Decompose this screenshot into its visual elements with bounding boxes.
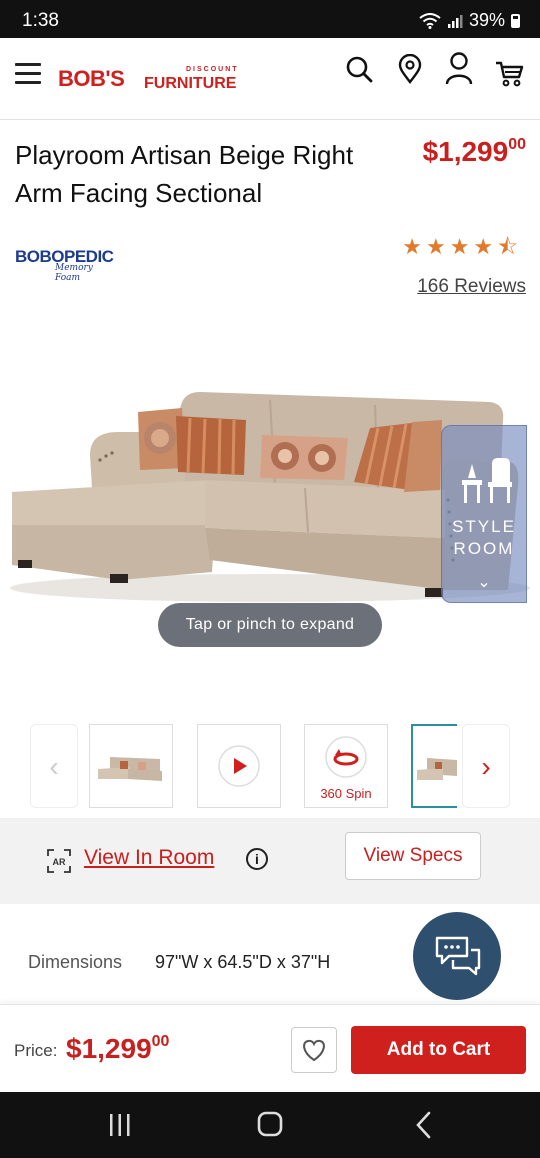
- memory-foam-text: Memory Foam: [55, 263, 93, 283]
- sofa-thumbnail-image: [417, 758, 457, 780]
- view-in-room-band: AR View In Room i View Specs: [0, 818, 540, 904]
- wishlist-button[interactable]: [291, 1027, 337, 1073]
- star-icon: ★: [473, 234, 498, 259]
- signal-icon: [447, 14, 463, 28]
- menu-icon[interactable]: [15, 63, 41, 85]
- thumbnail-sofa-alt[interactable]: [411, 724, 457, 808]
- price-cents: 00: [508, 136, 526, 153]
- thumbnail-360-spin[interactable]: 360 Spin: [304, 724, 388, 808]
- cart-icon[interactable]: [494, 58, 524, 88]
- half-star-icon: ⯪: [497, 234, 522, 259]
- status-bar: 1:38 39%: [0, 0, 540, 38]
- account-icon[interactable]: [444, 51, 474, 85]
- dimensions-label: Dimensions: [28, 952, 123, 972]
- chevron-left-icon[interactable]: ‹: [30, 724, 78, 808]
- product-price: $1,29900: [423, 136, 526, 168]
- star-icon: ★: [425, 234, 450, 259]
- thumbnail-video[interactable]: [197, 724, 281, 808]
- back-icon[interactable]: [404, 1110, 444, 1140]
- ar-icon[interactable]: AR: [44, 846, 74, 876]
- style-room-label: STYLE ROOM: [452, 517, 516, 558]
- logo-bobs-text: BOB'S: [58, 66, 125, 91]
- thumbnail-sofa[interactable]: [89, 724, 173, 808]
- thumbnail-carousel: ‹ 360 Spin ›: [0, 722, 540, 810]
- wifi-icon: [419, 12, 441, 29]
- price-dollars: $1,299: [422, 136, 509, 167]
- dimensions-value: 97"W x 64.5"D x 37"H: [155, 952, 331, 972]
- buy-bar-price: $1,29900: [66, 1033, 169, 1065]
- recent-apps-icon[interactable]: [100, 1110, 140, 1140]
- view-specs-button[interactable]: View Specs: [345, 832, 481, 880]
- system-nav-bar: [0, 1092, 540, 1158]
- play-icon: [218, 745, 260, 787]
- heart-icon: [303, 1039, 325, 1062]
- bobopedic-logo: BOBOPEDIC Memory Foam: [15, 247, 115, 283]
- status-icons: 39%: [419, 10, 520, 31]
- spin-label: 360 Spin: [320, 786, 372, 801]
- view-in-room-link[interactable]: View In Room: [84, 846, 214, 870]
- logo-discount-text: DISCOUNT: [186, 66, 239, 73]
- chat-icon: [435, 936, 481, 976]
- info-icon[interactable]: i: [246, 848, 268, 870]
- ar-badge-text: AR: [53, 857, 66, 867]
- chevron-right-icon[interactable]: ›: [462, 724, 510, 808]
- spin-360-icon: [325, 736, 367, 778]
- tap-to-expand-hint: Tap or pinch to expand: [158, 603, 382, 647]
- home-icon[interactable]: [250, 1110, 290, 1140]
- price-dollars: $1,299: [66, 1033, 152, 1064]
- add-to-cart-button[interactable]: Add to Cart: [351, 1026, 526, 1074]
- logo-furniture-text: FURNITURE: [144, 75, 237, 92]
- chat-button[interactable]: [413, 912, 501, 1000]
- reviews-link[interactable]: 166 Reviews: [417, 276, 526, 298]
- furniture-icon: [462, 458, 512, 503]
- star-icon: ★: [402, 234, 426, 259]
- style-room-button[interactable]: STYLE ROOM ⌄: [441, 425, 527, 603]
- battery-percent: 39%: [468, 10, 505, 30]
- sofa-thumbnail-image: [98, 757, 162, 781]
- buy-bar: Price: $1,29900 Add to Cart: [0, 1004, 540, 1090]
- chevron-down-icon: ⌄: [477, 574, 491, 591]
- site-header: BOB'S DISCOUNT FURNITURE: [0, 38, 540, 120]
- product-title: Playroom Artisan Beige Right Arm Facing …: [15, 140, 354, 208]
- rating-stars[interactable]: ★★★★⯪: [402, 230, 522, 268]
- location-pin-icon[interactable]: [395, 54, 425, 84]
- price-label: Price:: [14, 1041, 58, 1060]
- price-cents: 00: [151, 1033, 170, 1050]
- search-icon[interactable]: [344, 54, 374, 84]
- star-icon: ★: [449, 234, 474, 259]
- status-time: 1:38: [22, 10, 59, 31]
- battery-icon: [511, 13, 520, 28]
